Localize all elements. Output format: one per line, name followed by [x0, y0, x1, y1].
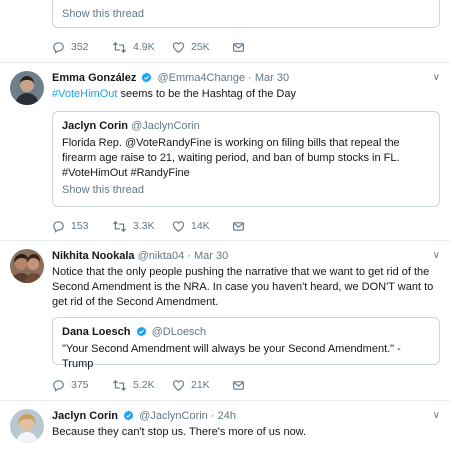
quoted-tweet-card[interactable]: Show this thread [52, 0, 440, 28]
reply-icon [52, 41, 65, 54]
quoted-display-name: Jaclyn Corin [62, 120, 129, 132]
tweet-timestamp[interactable]: Mar 30 [255, 72, 289, 84]
retweet-icon [112, 379, 127, 392]
retweet-icon [112, 220, 127, 233]
reply-button[interactable]: 352 [52, 41, 112, 54]
heart-icon [172, 41, 185, 54]
verified-badge-icon [141, 72, 152, 83]
tweet[interactable]: Emma González @Emma4Change · Mar 30 ∨ #V… [0, 63, 450, 241]
heart-icon [172, 379, 185, 392]
like-count: 21K [191, 379, 210, 391]
envelope-icon [232, 220, 245, 233]
tweet-actions: 153 3.3K 14K [52, 218, 252, 234]
avatar[interactable] [10, 249, 44, 283]
display-name[interactable]: Jaclyn Corin [52, 410, 118, 422]
like-count: 25K [191, 41, 210, 53]
heart-icon [172, 220, 185, 233]
reply-count: 352 [71, 41, 89, 53]
tweet-header: Nikhita Nookala @nikta04 · Mar 30 [52, 249, 426, 263]
reply-count: 153 [71, 220, 89, 232]
chevron-down-icon[interactable]: ∨ [433, 410, 440, 421]
quoted-user-handle: @DLoesch [151, 326, 207, 338]
avatar[interactable] [10, 71, 44, 105]
display-name[interactable]: Emma González [52, 72, 136, 84]
tweet[interactable]: Nikhita Nookala @nikta04 · Mar 30 ∨ Noti… [0, 241, 450, 401]
like-button[interactable]: 25K [172, 41, 232, 54]
avatar[interactable] [10, 409, 44, 443]
quoted-tweet-card[interactable]: Jaclyn Corin @JaclynCorin Florida Rep. @… [52, 111, 440, 207]
user-handle[interactable]: @nikta04 [138, 250, 185, 262]
retweet-count: 3.3K [133, 220, 155, 232]
tweet-partial[interactable]: Show this thread 352 4.9K 25K [0, 0, 450, 63]
tweet[interactable]: Jaclyn Corin @JaclynCorin · 24h ∨ Becaus… [0, 401, 450, 450]
tweet-actions: 375 5.2K 21K [52, 377, 252, 393]
reply-icon [52, 220, 65, 233]
quoted-tweet-card[interactable]: Dana Loesch @DLoesch "Your Second Amendm… [52, 317, 440, 370]
tweet-text: Notice that the only people pushing the … [52, 266, 434, 308]
direct-message-button[interactable] [232, 379, 252, 392]
tweet-feed: Show this thread 352 4.9K 25K Emma Gonzá… [0, 0, 450, 450]
retweet-icon [112, 41, 127, 54]
direct-message-button[interactable] [232, 41, 252, 54]
tweet-header: Jaclyn Corin @JaclynCorin · 24h [52, 409, 426, 423]
retweet-button[interactable]: 3.3K [112, 220, 172, 233]
quoted-user-handle: @JaclynCorin [131, 120, 200, 132]
tweet-text: Because they can't stop us. There's more… [52, 426, 307, 438]
tweet-header: Emma González @Emma4Change · Mar 30 [52, 71, 426, 85]
tweet-timestamp[interactable]: 24h [218, 410, 236, 422]
tweet-timestamp[interactable]: Mar 30 [194, 250, 228, 262]
chevron-down-icon[interactable]: ∨ [433, 250, 440, 261]
quoted-tweet-header: Dana Loesch @DLoesch [62, 325, 430, 339]
meta-separator: · [245, 72, 255, 84]
chevron-down-icon[interactable]: ∨ [433, 72, 440, 83]
tweet-text-body: seems to be the Hashtag of the Day [117, 88, 296, 100]
quoted-display-name: Dana Loesch [62, 326, 131, 338]
retweet-button[interactable]: 4.9K [112, 41, 172, 54]
retweet-count: 5.2K [133, 379, 155, 391]
direct-message-button[interactable] [232, 220, 252, 233]
user-handle[interactable]: @Emma4Change [157, 72, 245, 84]
display-name[interactable]: Nikhita Nookala [52, 250, 135, 262]
tweet-actions: 352 4.9K 25K [52, 39, 252, 55]
retweet-button[interactable]: 5.2K [112, 379, 172, 392]
meta-separator: · [184, 250, 195, 262]
show-thread-link[interactable]: Show this thread [62, 184, 430, 196]
envelope-icon [232, 379, 245, 392]
quoted-tweet-text: "Your Second Amendment will always be yo… [62, 343, 401, 370]
like-count: 14K [191, 220, 210, 232]
reply-button[interactable]: 375 [52, 379, 112, 392]
verified-badge-icon [136, 326, 147, 337]
quoted-tweet-header: Jaclyn Corin @JaclynCorin [62, 119, 430, 133]
meta-separator: · [207, 410, 218, 422]
show-thread-link[interactable]: Show this thread [62, 8, 144, 20]
like-button[interactable]: 14K [172, 220, 232, 233]
envelope-icon [232, 41, 245, 54]
like-button[interactable]: 21K [172, 379, 232, 392]
reply-icon [52, 379, 65, 392]
verified-badge-icon [123, 410, 134, 421]
hashtag-link[interactable]: #VoteHimOut [52, 88, 117, 100]
quoted-tweet-text: Florida Rep. @VoteRandyFine is working o… [62, 137, 400, 179]
reply-count: 375 [71, 379, 89, 391]
retweet-count: 4.9K [133, 41, 155, 53]
tweet-text: #VoteHimOut seems to be the Hashtag of t… [52, 87, 438, 102]
user-handle[interactable]: @JaclynCorin [139, 410, 208, 422]
reply-button[interactable]: 153 [52, 220, 112, 233]
